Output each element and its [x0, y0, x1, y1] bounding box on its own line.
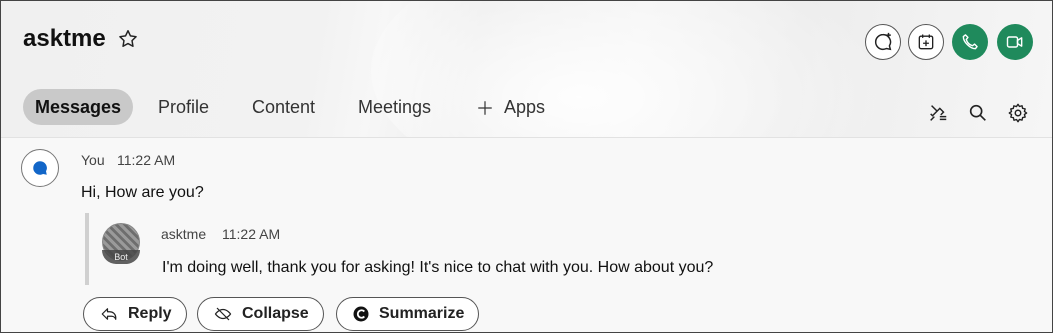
chat-bubble-icon [33, 161, 47, 175]
message-thread: You 11:22 AM Hi, How are you? Bot asktme… [1, 139, 1052, 332]
message-time: 11:22 AM [117, 152, 176, 168]
tab-apps[interactable]: Apps [464, 89, 557, 125]
reply-text: I'm doing well, thank you for asking! It… [162, 259, 714, 276]
reply-author: asktme [161, 226, 207, 242]
reply-arrow-icon [101, 308, 117, 320]
bot-badge: Bot [102, 250, 140, 264]
space-header: asktme Messages Profile Content Meetings… [1, 1, 1052, 138]
new-chat-button[interactable] [865, 24, 901, 60]
reply-time: 11:22 AM [222, 226, 281, 242]
collapse-button[interactable]: Collapse [197, 297, 324, 331]
avatar[interactable] [21, 149, 59, 187]
call-button[interactable] [952, 24, 988, 60]
tab-messages[interactable]: Messages [23, 89, 134, 125]
phone-icon [962, 34, 978, 50]
tab-profile[interactable]: Profile [146, 89, 221, 125]
chat-plus-icon [875, 32, 892, 51]
message-author: You [81, 152, 105, 168]
search-icon[interactable] [967, 102, 989, 124]
video-icon [1006, 36, 1023, 48]
space-title: asktme [23, 25, 106, 52]
reply-button[interactable]: Reply [83, 297, 187, 331]
calendar-add-icon [918, 34, 934, 50]
tab-content[interactable]: Content [240, 89, 327, 125]
pin-list-icon[interactable] [927, 102, 949, 124]
message-text: Hi, How are you? [81, 184, 204, 201]
tab-meetings[interactable]: Meetings [346, 89, 443, 125]
gear-icon[interactable] [1007, 102, 1029, 124]
star-icon[interactable] [117, 28, 139, 50]
summarize-icon [353, 306, 369, 322]
reply-thread-bar [85, 213, 89, 285]
summarize-button[interactable]: Summarize [336, 297, 480, 331]
app-window: asktme Messages Profile Content Meetings… [0, 0, 1053, 333]
eye-off-icon [214, 307, 232, 321]
plus-icon [478, 101, 492, 115]
schedule-meeting-button[interactable] [908, 24, 944, 60]
video-call-button[interactable] [997, 24, 1033, 60]
